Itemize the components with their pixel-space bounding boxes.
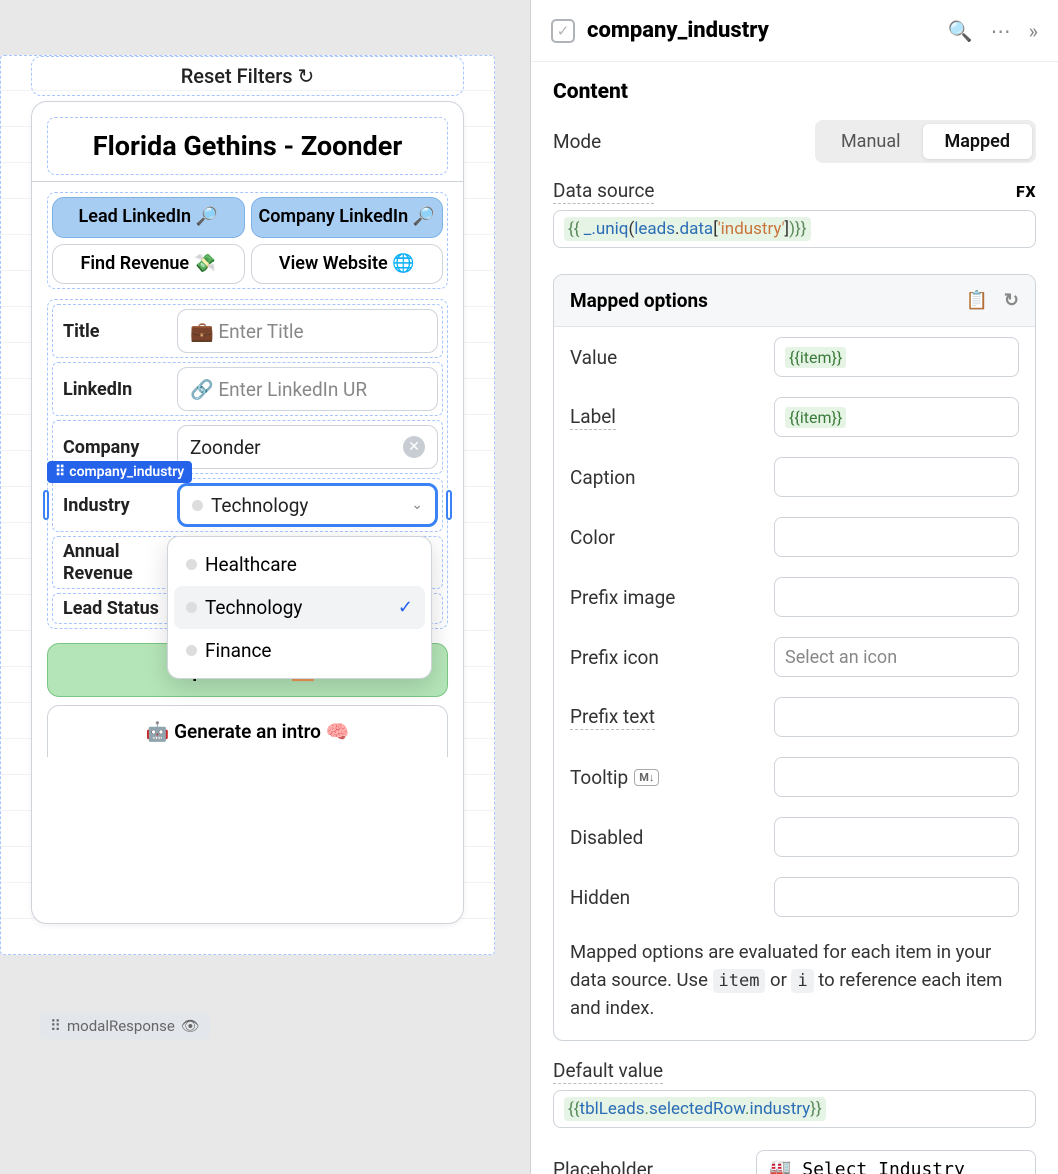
reset-filters-button[interactable]: Reset Filters ↻ xyxy=(181,64,315,88)
label-label: Label xyxy=(570,405,616,430)
mode-label: Mode xyxy=(553,130,601,154)
industry-select[interactable]: Technology ⌄ xyxy=(177,483,438,527)
industry-value: Technology xyxy=(211,494,308,517)
company-label: Company xyxy=(57,437,167,458)
color-label: Color xyxy=(570,526,730,549)
prefix-image-label: Prefix image xyxy=(570,586,730,609)
panel-header: ✓ company_industry 🔍 ⋯ » xyxy=(531,0,1058,62)
resize-handle-left[interactable] xyxy=(43,490,49,520)
industry-dropdown: Healthcare Technology✓ Finance xyxy=(167,536,432,679)
mapped-options-heading: Mapped options xyxy=(570,289,708,312)
prefix-image-input[interactable] xyxy=(774,577,1019,617)
label-input[interactable]: {{item}} xyxy=(774,397,1019,437)
divider xyxy=(32,181,463,182)
selection-tag: ⠿ company_industry xyxy=(47,461,192,483)
component-name: company_industry xyxy=(587,18,769,43)
copy-icon[interactable]: 📋 xyxy=(965,290,987,311)
industry-label: Industry xyxy=(57,495,167,516)
color-input[interactable] xyxy=(774,517,1019,557)
placeholder-input[interactable]: 🏭 Select Industry xyxy=(756,1150,1036,1174)
caption-input[interactable] xyxy=(774,457,1019,497)
industry-row: ⠿ company_industry Industry Technology ⌄ xyxy=(52,478,443,532)
generate-intro-button[interactable]: 🤖 Generate an intro 🧠 xyxy=(47,705,448,757)
resize-handle-right[interactable] xyxy=(446,490,452,520)
data-source-label: Data source xyxy=(553,179,654,204)
component-type-icon: ✓ xyxy=(551,19,575,43)
hidden-input[interactable] xyxy=(774,877,1019,917)
action-button-grid: Lead LinkedIn 🔎 Company LinkedIn 🔎 Find … xyxy=(47,192,448,289)
title-label: Title xyxy=(57,321,167,342)
company-input[interactable]: Zoonder ✕ xyxy=(177,425,438,469)
default-value-input[interactable]: {{tblLeads.selectedRow.industry}} xyxy=(553,1090,1036,1128)
caption-label: Caption xyxy=(570,466,730,489)
company-value: Zoonder xyxy=(190,436,261,459)
dropdown-option-technology[interactable]: Technology✓ xyxy=(174,586,425,629)
tooltip-input[interactable] xyxy=(774,757,1019,797)
content-heading: Content xyxy=(553,80,1036,104)
company-linkedin-button[interactable]: Company LinkedIn 🔎 xyxy=(251,197,444,238)
modal-response-label: ⠿ modalResponse 👁 xyxy=(40,1013,210,1039)
inspector-panel: ✓ company_industry 🔍 ⋯ » Content Mode Ma… xyxy=(530,0,1058,1174)
view-website-button[interactable]: View Website 🌐 xyxy=(251,244,444,285)
dropdown-option-finance[interactable]: Finance xyxy=(174,629,425,672)
value-input[interactable]: {{item}} xyxy=(774,337,1019,377)
mode-manual-button[interactable]: Manual xyxy=(819,124,923,159)
mapped-options-box: Mapped options 📋 ↻ Value {{item}} Label {{i… xyxy=(553,274,1036,1041)
annual-revenue-label: Annual Revenue xyxy=(57,541,167,584)
more-icon[interactable]: ⋯ xyxy=(991,19,1011,43)
check-icon: ✓ xyxy=(398,597,413,618)
data-source-input[interactable]: {{ _.uniq(leads.data['industry'])}} xyxy=(553,210,1036,248)
search-icon[interactable]: 🔍 xyxy=(948,19,973,43)
disabled-label: Disabled xyxy=(570,826,730,849)
linkedin-label: LinkedIn xyxy=(57,379,167,400)
find-revenue-button[interactable]: Find Revenue 💸 xyxy=(52,244,245,285)
reset-icon[interactable]: ↻ xyxy=(1004,290,1019,311)
card-title: Florida Gethins - Zoonder xyxy=(47,117,448,175)
prefix-text-label: Prefix text xyxy=(570,705,655,730)
placeholder-label: Placeholder xyxy=(553,1158,653,1174)
fx-button[interactable]: FX xyxy=(1016,182,1036,201)
prefix-icon-label: Prefix icon xyxy=(570,646,730,669)
value-label: Value xyxy=(570,346,730,369)
title-row: Title 💼 Enter Title xyxy=(52,304,443,358)
linkedin-row: LinkedIn 🔗 Enter LinkedIn UR xyxy=(52,362,443,416)
disabled-input[interactable] xyxy=(774,817,1019,857)
reset-filters-wrap: Reset Filters ↻ xyxy=(31,56,464,96)
mode-mapped-button[interactable]: Mapped xyxy=(923,124,1033,159)
mapped-options-hint: Mapped options are evaluated for each it… xyxy=(554,927,1035,1040)
prefix-text-input[interactable] xyxy=(774,697,1019,737)
hidden-icon: 👁 xyxy=(181,1017,200,1035)
default-value-label: Default value xyxy=(553,1059,663,1084)
lead-form-card: Florida Gethins - Zoonder Lead LinkedIn … xyxy=(31,101,464,924)
dropdown-option-healthcare[interactable]: Healthcare xyxy=(174,543,425,586)
prefix-icon-input[interactable]: Select an icon xyxy=(774,637,1019,677)
mode-toggle: Manual Mapped xyxy=(815,120,1036,163)
option-dot-icon xyxy=(192,500,203,511)
linkedin-input[interactable]: 🔗 Enter LinkedIn UR xyxy=(177,367,438,411)
hidden-label: Hidden xyxy=(570,886,730,909)
clear-icon[interactable]: ✕ xyxy=(403,436,425,458)
title-input[interactable]: 💼 Enter Title xyxy=(177,309,438,353)
tooltip-label: TooltipM↓ xyxy=(570,766,730,789)
markdown-badge: M↓ xyxy=(634,769,659,786)
chevron-down-icon: ⌄ xyxy=(411,497,423,513)
form-outline: Reset Filters ↻ Florida Gethins - Zoonde… xyxy=(0,55,495,955)
lead-linkedin-button[interactable]: Lead LinkedIn 🔎 xyxy=(52,197,245,238)
collapse-icon[interactable]: » xyxy=(1029,19,1038,43)
design-canvas: Reset Filters ↻ Florida Gethins - Zoonde… xyxy=(0,0,530,1174)
